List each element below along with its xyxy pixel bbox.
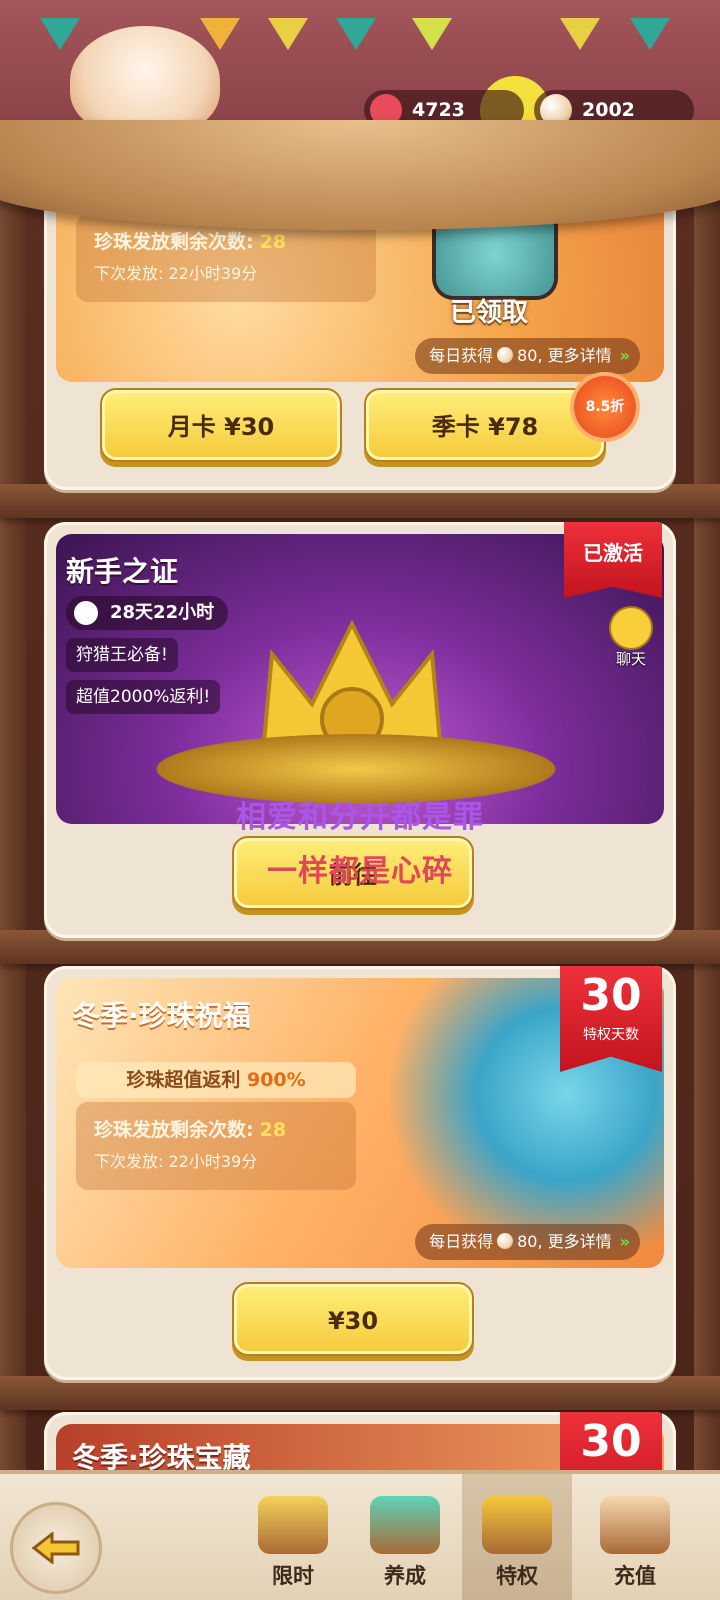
- tab-label: 充值: [614, 1564, 656, 1588]
- arrow-left-icon: [32, 1532, 80, 1564]
- monthly-card-button[interactable]: 月卡 ¥30: [100, 388, 342, 462]
- overlay-lyric-1: 相爱和分开都是罪: [236, 800, 484, 835]
- claimed-label: 已领取: [450, 298, 529, 328]
- remaining-count-line: 珍珠发放剩余次数: 28: [94, 1119, 287, 1141]
- next-release-line: 下次发放: 22小时39分: [94, 264, 258, 283]
- awning: [0, 120, 720, 230]
- season-card-button[interactable]: 季卡 ¥78: [364, 388, 606, 462]
- perk-line-2: 超值2000%返利!: [66, 680, 221, 714]
- daily-reward-pill[interactable]: 每日获得 80, 更多详情»: [415, 338, 640, 374]
- rebate-box: 珍珠超值返利 900%: [76, 1062, 356, 1098]
- bunting-flag: [412, 18, 452, 50]
- clock-icon: [74, 601, 98, 625]
- shelf-board: [0, 1376, 720, 1410]
- bunting-flag: [560, 18, 600, 50]
- price-button[interactable]: ¥30: [232, 1282, 474, 1356]
- recharge-crate-icon: [600, 1496, 670, 1554]
- discount-badge: 8.5折: [574, 376, 636, 438]
- tab-limited[interactable]: 限时: [238, 1474, 348, 1600]
- bunting-flag: [268, 18, 308, 50]
- tab-label: 限时: [272, 1564, 314, 1588]
- cards-crate-icon: [370, 1496, 440, 1554]
- tab-recharge[interactable]: 充值: [580, 1474, 690, 1600]
- tab-nurture[interactable]: 养成: [350, 1474, 460, 1600]
- pearl-stats-box: 珍珠发放剩余次数: 28 下次发放: 22小时39分: [76, 1102, 356, 1190]
- double-chevron-right-icon: »: [619, 346, 631, 365]
- privilege-crate-icon: [482, 1496, 552, 1554]
- chat-label: 聊天: [615, 650, 646, 668]
- bunting-flag: [200, 18, 240, 50]
- back-button[interactable]: [10, 1502, 102, 1594]
- bunting-flag: [40, 18, 80, 50]
- gift-crate-icon: [258, 1496, 328, 1554]
- bunting-flag: [630, 18, 670, 50]
- overlay-lyric-2: 一样都是心碎: [267, 854, 453, 889]
- activated-ribbon: 已激活: [564, 522, 662, 598]
- chat-button[interactable]: 聊天: [596, 608, 666, 678]
- tab-privilege[interactable]: 特权: [462, 1474, 572, 1600]
- card-title: 冬季·珍珠祝福: [72, 999, 251, 1032]
- timer-pill: 28天22小时: [66, 596, 229, 630]
- daily-reward-pill[interactable]: 每日获得 80, 更多详情»: [415, 1224, 640, 1260]
- tab-label: 特权: [496, 1564, 538, 1588]
- chat-bubble-icon: [611, 608, 651, 648]
- tab-label: 养成: [384, 1564, 426, 1588]
- privilege-days-ribbon: 30 特权天数: [560, 966, 662, 1072]
- pearl-icon: [497, 1233, 514, 1249]
- double-chevron-right-icon: »: [619, 1232, 631, 1251]
- bottom-nav: 限时 养成 特权 充值: [0, 1470, 720, 1600]
- perk-line-1: 狩猎王必备!: [66, 638, 178, 672]
- remaining-count-line: 珍珠发放剩余次数: 28: [94, 231, 287, 253]
- page-title: 新手之证: [66, 555, 179, 588]
- next-release-line: 下次发放: 22小时39分: [94, 1152, 258, 1171]
- bunting-flag: [336, 18, 376, 50]
- pearl-icon: [497, 347, 514, 363]
- winter-pearl-panel: 冬季·珍珠祝福 珍珠超值返利 900% 珍珠发放剩余次数: 28 下次发放: 22…: [44, 966, 676, 1380]
